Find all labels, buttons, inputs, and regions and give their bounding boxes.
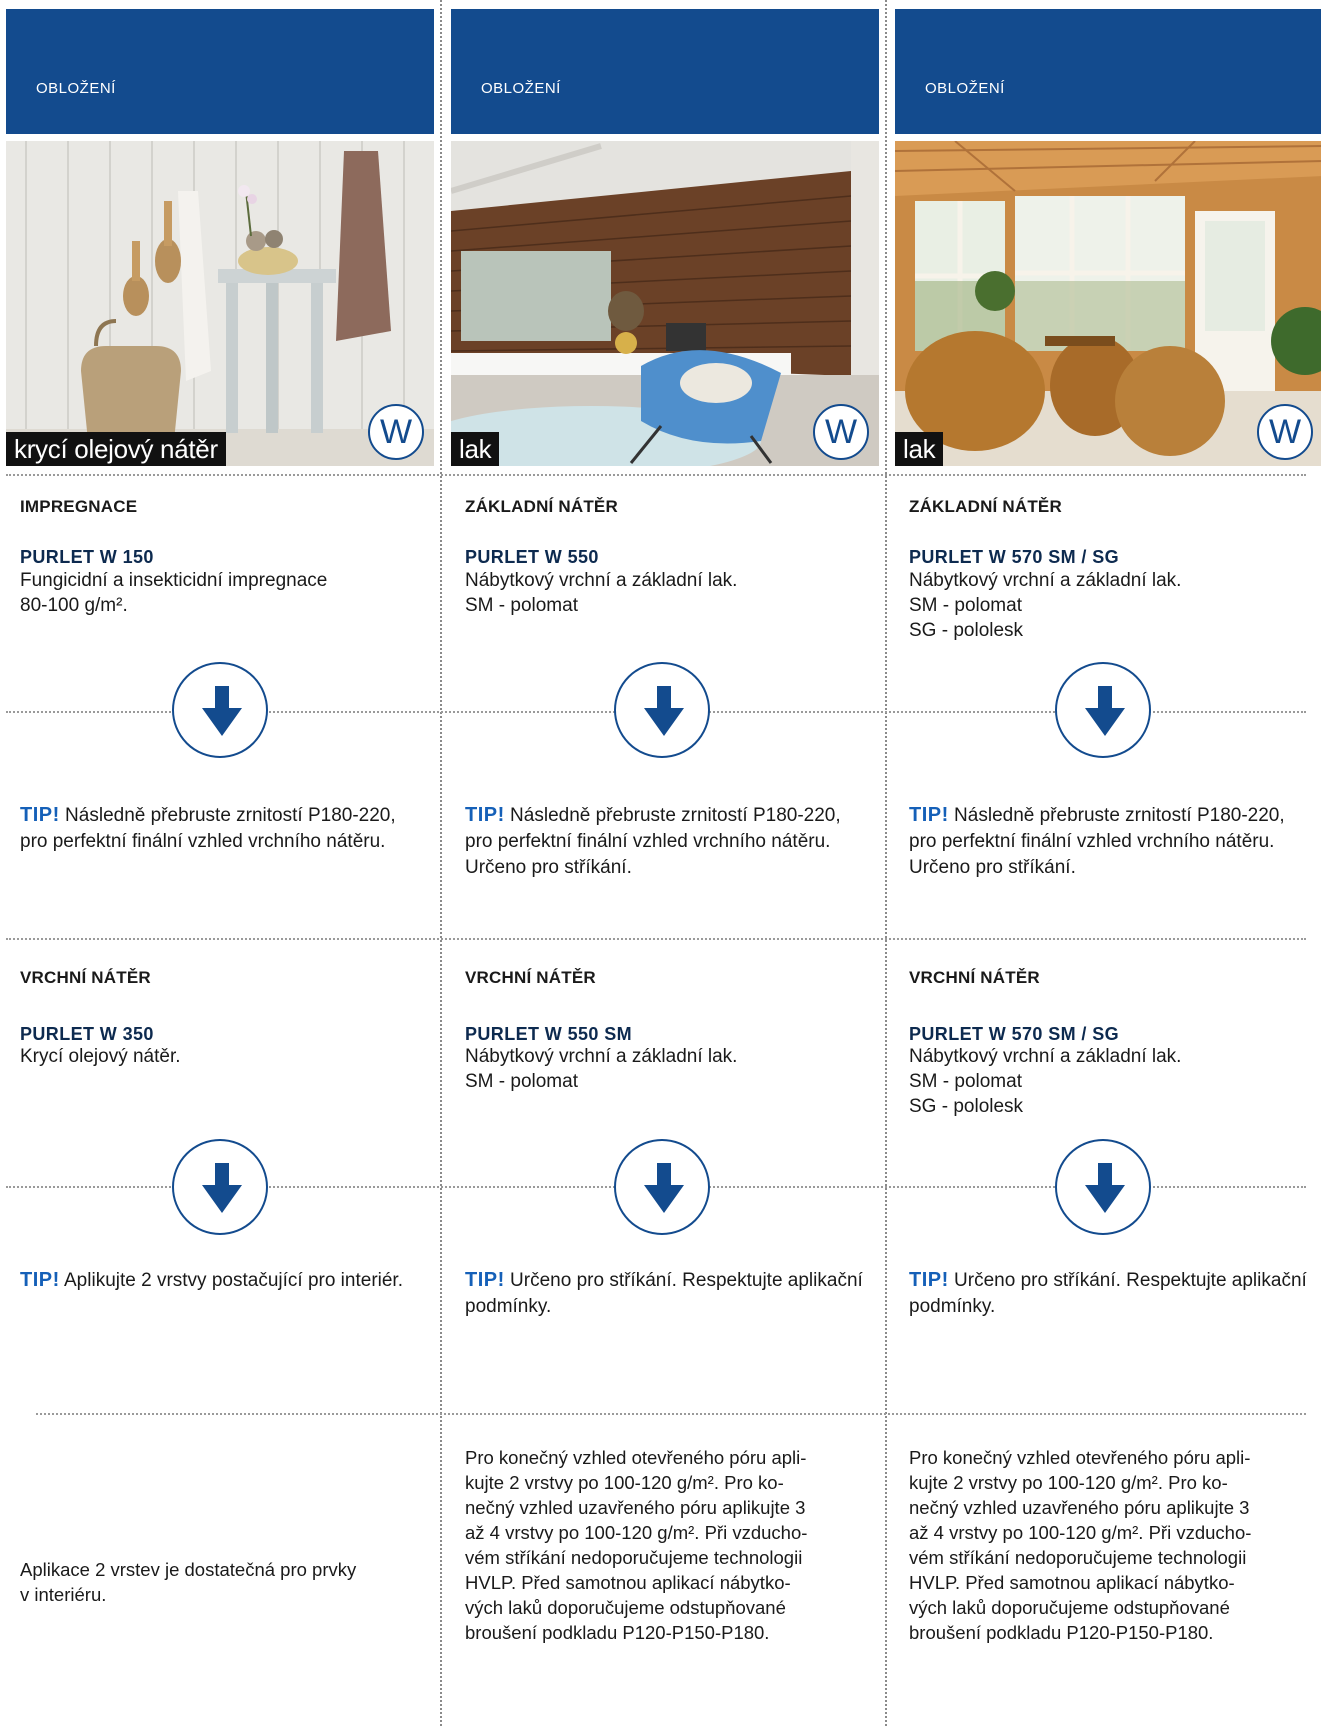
water-based-badge: W <box>813 404 869 460</box>
column-interior-wood-lacquer: OBLOŽENÍ lak W ZÁKLADNÍ NÁTĚR PURLET W 5… <box>895 0 1321 1726</box>
finish-label: lak <box>451 432 500 466</box>
product-name: PURLET W 150 <box>20 547 154 567</box>
step-title: VRCHNÍ NÁTĚR <box>909 968 1040 987</box>
product-name: PURLET W 570 SM / SG <box>909 547 1120 567</box>
tip-label: TIP! <box>465 1269 505 1291</box>
tip-note: TIP! Určeno pro stříkání. Respektujte ap… <box>465 1269 863 1317</box>
step-title: VRCHNÍ NÁTĚR <box>465 968 596 987</box>
column-wall-cladding-lacquer: OBLOŽENÍ lak W ZÁKLADNÍ NÁTĚR PURLET W 5… <box>451 0 879 1726</box>
column-separator <box>885 0 887 1726</box>
step-title: IMPREGNACE <box>20 497 138 516</box>
step-title: ZÁKLADNÍ NÁTĚR <box>465 497 618 516</box>
tip-label: TIP! <box>20 1269 60 1291</box>
tip-note: TIP! Aplikujte 2 vrstvy postačující pro … <box>20 1269 403 1291</box>
water-based-badge: W <box>1257 404 1313 460</box>
finish-label: lak <box>895 432 944 466</box>
column-header: OBLOŽENÍ <box>451 9 879 134</box>
product-name: PURLET W 570 SM / SG <box>909 1024 1120 1044</box>
column-header-label: OBLOŽENÍ <box>481 80 561 97</box>
arrow-down-icon <box>172 1139 268 1235</box>
product-name: PURLET W 550 <box>465 547 599 567</box>
application-note: Pro konečný vzhled otevřeného póru apli-… <box>465 1447 808 1643</box>
arrow-down-icon <box>614 1139 710 1235</box>
column-header-label: OBLOŽENÍ <box>36 80 116 97</box>
tip-note: TIP! Následně přebruste zrnitostí P180-2… <box>465 804 841 878</box>
living-room-photo: lak W <box>451 141 879 466</box>
column-separator <box>440 0 442 1726</box>
product-description: Fungicidní a insekticidní impregnace 80-… <box>20 570 328 616</box>
finish-label: krycí olejový nátěr <box>6 432 226 466</box>
tip-label: TIP! <box>465 804 505 826</box>
application-note: Pro konečný vzhled otevřeného póru apli-… <box>909 1447 1252 1643</box>
product-description: Nábytkový vrchní a základní lak. SM - po… <box>909 1046 1182 1117</box>
arrow-down-icon <box>1055 1139 1151 1235</box>
tip-note: TIP! Následně přebruste zrnitostí P180-2… <box>20 804 396 852</box>
product-name: PURLET W 350 <box>20 1024 154 1044</box>
tip-note: TIP! Určeno pro stříkání. Respektujte ap… <box>909 1269 1307 1317</box>
product-description: Nábytkový vrchní a základní lak. SM - po… <box>465 570 738 616</box>
column-header: OBLOŽENÍ <box>6 9 434 134</box>
application-note: Aplikace 2 vrstev je dostatečná pro prvk… <box>20 1559 357 1605</box>
arrow-down-icon <box>172 662 268 758</box>
product-description: Krycí olejový nátěr. <box>20 1046 181 1067</box>
tip-label: TIP! <box>909 1269 949 1291</box>
tip-label: TIP! <box>909 804 949 826</box>
column-wall-cladding-oil: OBLOŽENÍ krycí olejový nátěr W IMPREGNAC… <box>6 0 434 1726</box>
product-description: Nábytkový vrchní a základní lak. SM - po… <box>465 1046 738 1092</box>
tip-label: TIP! <box>20 804 60 826</box>
arrow-down-icon <box>1055 662 1151 758</box>
column-header-label: OBLOŽENÍ <box>925 80 1005 97</box>
arrow-down-icon <box>614 662 710 758</box>
step-title: ZÁKLADNÍ NÁTĚR <box>909 497 1062 516</box>
tip-note: TIP! Následně přebruste zrnitostí P180-2… <box>909 804 1285 878</box>
bathroom-photo: krycí olejový nátěr W <box>6 141 434 466</box>
column-header: OBLOŽENÍ <box>895 9 1321 134</box>
sunroom-photo: lak W <box>895 141 1321 466</box>
step-title: VRCHNÍ NÁTĚR <box>20 968 151 987</box>
product-description: Nábytkový vrchní a základní lak. SM - po… <box>909 570 1182 641</box>
water-based-badge: W <box>368 404 424 460</box>
product-name: PURLET W 550 SM <box>465 1024 633 1044</box>
